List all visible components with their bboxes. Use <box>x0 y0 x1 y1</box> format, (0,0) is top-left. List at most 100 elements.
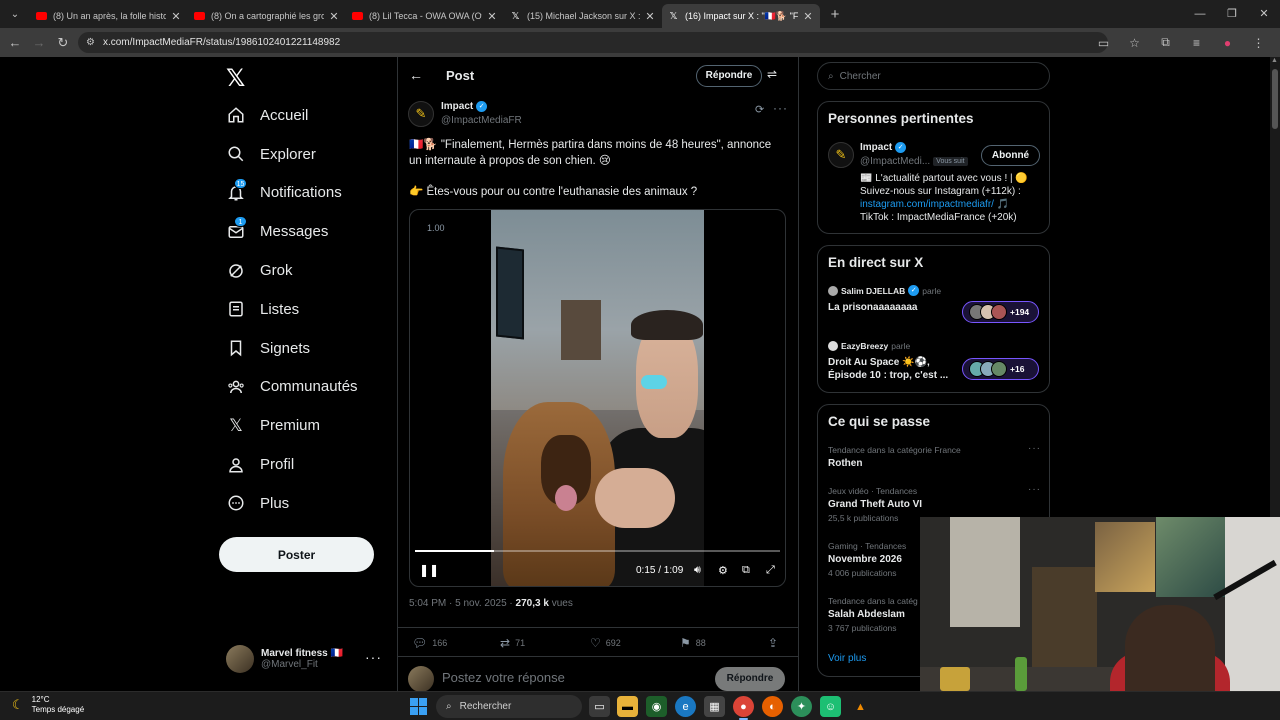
grok-icon[interactable]: ⟳ <box>755 103 764 116</box>
video-progress-bar[interactable] <box>415 550 780 552</box>
follows-you-badge: Vous suit <box>933 157 968 166</box>
pause-icon[interactable]: ❚❚ <box>419 563 439 577</box>
follow-button[interactable]: Abonné <box>981 145 1040 166</box>
nav-item-communities[interactable]: Communautés <box>224 368 384 407</box>
menu-icon[interactable]: ⋮ <box>1243 36 1274 50</box>
x-icon: 𝕏 <box>511 10 520 22</box>
live-space-item[interactable]: EazyBreezy parle Droit Au Space ☀️⚽, Épis… <box>828 341 1043 382</box>
tweet-text: 🇫🇷🐕 "Finalement, Hermès partira dans moi… <box>409 139 772 198</box>
scroll-up-icon[interactable]: ▲ <box>1271 57 1278 64</box>
reload-icon[interactable]: ↻ <box>51 35 75 51</box>
close-icon[interactable]: ✕ <box>802 10 814 23</box>
nav-item-more[interactable]: Plus <box>224 484 384 523</box>
browser-tab[interactable]: (8) Lil Tecca - OWA OWA (Offici ✕ <box>346 4 504 28</box>
windows-start-icon[interactable] <box>410 698 427 715</box>
browser-tab[interactable]: (8) On a cartographié les group ✕ <box>188 4 346 28</box>
reply-action[interactable]: 💬︎ 166 <box>412 636 447 650</box>
extensions-icon[interactable]: ⧉ <box>1150 35 1181 50</box>
reply-submit-button[interactable]: Répondre <box>715 667 785 691</box>
maximize-icon[interactable]: ❐ <box>1216 0 1248 28</box>
url-field[interactable]: ⚙ x.com/ImpactMediaFR/status/19861024012… <box>78 32 1108 53</box>
cast-icon[interactable]: ▭ <box>1088 36 1119 50</box>
post-button[interactable]: Poster <box>219 537 374 572</box>
app-icon[interactable]: ✦ <box>791 696 812 717</box>
x-logo-icon[interactable]: 𝕏 <box>226 64 245 93</box>
nav-item-home[interactable]: Accueil <box>224 96 384 135</box>
forward-icon[interactable]: → <box>27 35 51 50</box>
tab-search-icon[interactable]: ⌄ <box>4 3 26 25</box>
browser-tab[interactable]: (8) Un an après, la folle histoire ✕ <box>30 4 188 28</box>
nav-item-explore[interactable]: Explorer <box>224 135 384 174</box>
nav-item-profile[interactable]: Profil <box>224 445 384 484</box>
live-space-item[interactable]: Salim DJELLAB ✓ parle La prisonaaaaaaaa +1… <box>828 285 1043 323</box>
new-tab-button[interactable]: + <box>824 6 846 23</box>
taskbar-search[interactable]: ⌕ Rechercher <box>436 695 582 718</box>
close-icon[interactable]: ✕ <box>170 10 182 23</box>
moon-icon: ☾ <box>12 697 24 712</box>
browser-tab-bar: ⌄ (8) Un an après, la folle histoire ✕ (… <box>0 0 1280 28</box>
minimize-icon[interactable]: — <box>1184 0 1216 28</box>
nav-item-messages[interactable]: 1 Messages <box>224 212 384 251</box>
reply-input[interactable]: Postez votre réponse <box>442 670 565 685</box>
back-icon[interactable]: ← <box>3 35 27 50</box>
chrome-icon[interactable]: ● <box>733 696 754 720</box>
author-name[interactable]: Impact <box>441 101 473 112</box>
close-icon[interactable]: ✕ <box>486 10 498 23</box>
repost-action[interactable]: ⇄ 71 <box>500 636 525 650</box>
settings-icon[interactable]: ⚙ <box>718 564 728 577</box>
browser-tab-active[interactable]: 𝕏 (16) Impact sur X : "🇫🇷🐕 "F ✕ <box>662 4 820 28</box>
scrollbar-thumb[interactable] <box>1272 69 1278 129</box>
site-info-icon[interactable]: ⚙ <box>86 37 95 48</box>
avatar[interactable]: ✎ <box>828 142 854 168</box>
nav-item-lists[interactable]: Listes <box>224 290 384 329</box>
file-explorer-icon[interactable]: ▬ <box>617 696 638 717</box>
like-action[interactable]: ♡ 692 <box>590 636 621 650</box>
close-icon[interactable]: ✕ <box>644 10 656 23</box>
tweet-author: ✎ Impact ✓ @ImpactMediaFR ⟳ ··· <box>408 100 788 130</box>
star-icon[interactable]: ☆ <box>1119 36 1150 50</box>
live-spaces-card: En direct sur X Salim DJELLAB ✓ parle La p… <box>817 245 1050 393</box>
vlc-icon[interactable]: ▲ <box>850 696 871 717</box>
reply-button[interactable]: Répondre <box>696 65 762 87</box>
edge-icon[interactable]: e <box>675 696 696 717</box>
bookmark-action[interactable]: ⚑ 88 <box>680 636 706 650</box>
more-icon[interactable]: ··· <box>365 649 382 665</box>
reading-list-icon[interactable]: ≡ <box>1181 36 1212 50</box>
more-icon[interactable]: ··· <box>1028 484 1041 495</box>
fullscreen-icon[interactable]: ⤢ <box>766 564 775 577</box>
trend-item[interactable]: Tendance dans la catégorie France Rothen… <box>828 443 1043 469</box>
video-player[interactable]: 1.00 ❚❚ 0:15 / 1:09 🔊︎ ⚙ ⧉ ⤢ <box>409 209 786 587</box>
store-icon[interactable]: ▦ <box>704 696 725 717</box>
task-view-icon[interactable]: ▭ <box>589 696 610 717</box>
nav-item-grok[interactable]: Grok <box>224 251 384 290</box>
filter-icon[interactable]: ⇌ <box>767 67 777 81</box>
people-icon <box>226 377 246 397</box>
post-header: ← Post Répondre ⇌ <box>398 57 798 95</box>
profile-icon[interactable]: ● <box>1212 36 1243 50</box>
bookmark-icon <box>226 338 246 358</box>
nav-item-notifications[interactable]: 15 Notifications <box>224 174 384 213</box>
back-arrow-icon[interactable]: ← <box>409 67 423 83</box>
search-input[interactable]: ⌕ Chercher <box>817 62 1050 90</box>
page-scrollbar[interactable]: ▲ <box>1270 57 1280 517</box>
close-icon[interactable]: ✕ <box>328 10 340 23</box>
show-more-link[interactable]: Voir plus <box>828 653 866 664</box>
author-handle[interactable]: @ImpactMediaFR <box>441 115 522 126</box>
volume-icon[interactable]: 🔊︎ <box>694 564 701 577</box>
share-action[interactable]: ⇪ <box>768 636 783 650</box>
bio-link[interactable]: instagram.com/impactmediafr/ <box>860 199 994 210</box>
more-icon[interactable]: ··· <box>773 101 788 115</box>
more-icon[interactable]: ··· <box>1028 443 1041 454</box>
firefox-icon[interactable]: ◐ <box>762 696 783 717</box>
nav-item-bookmarks[interactable]: Signets <box>224 329 384 368</box>
page-title: Post <box>446 68 475 83</box>
close-window-icon[interactable]: ✕ <box>1248 0 1280 28</box>
xbox-icon[interactable]: ◉ <box>646 696 667 717</box>
account-switcher[interactable]: Marvel fitness 🇫🇷 @Marvel_Fit ··· <box>226 643 386 675</box>
browser-tab[interactable]: 𝕏 (15) Michael Jackson sur X : "M ✕ <box>504 4 662 28</box>
discord-icon[interactable]: ☺ <box>820 696 841 717</box>
nav-item-premium[interactable]: 𝕏 Premium <box>224 406 384 445</box>
weather-widget[interactable]: ☾ 12°C Temps dégagé <box>12 695 84 715</box>
pip-icon[interactable]: ⧉ <box>742 564 750 577</box>
author-avatar[interactable]: ✎ <box>408 101 434 127</box>
